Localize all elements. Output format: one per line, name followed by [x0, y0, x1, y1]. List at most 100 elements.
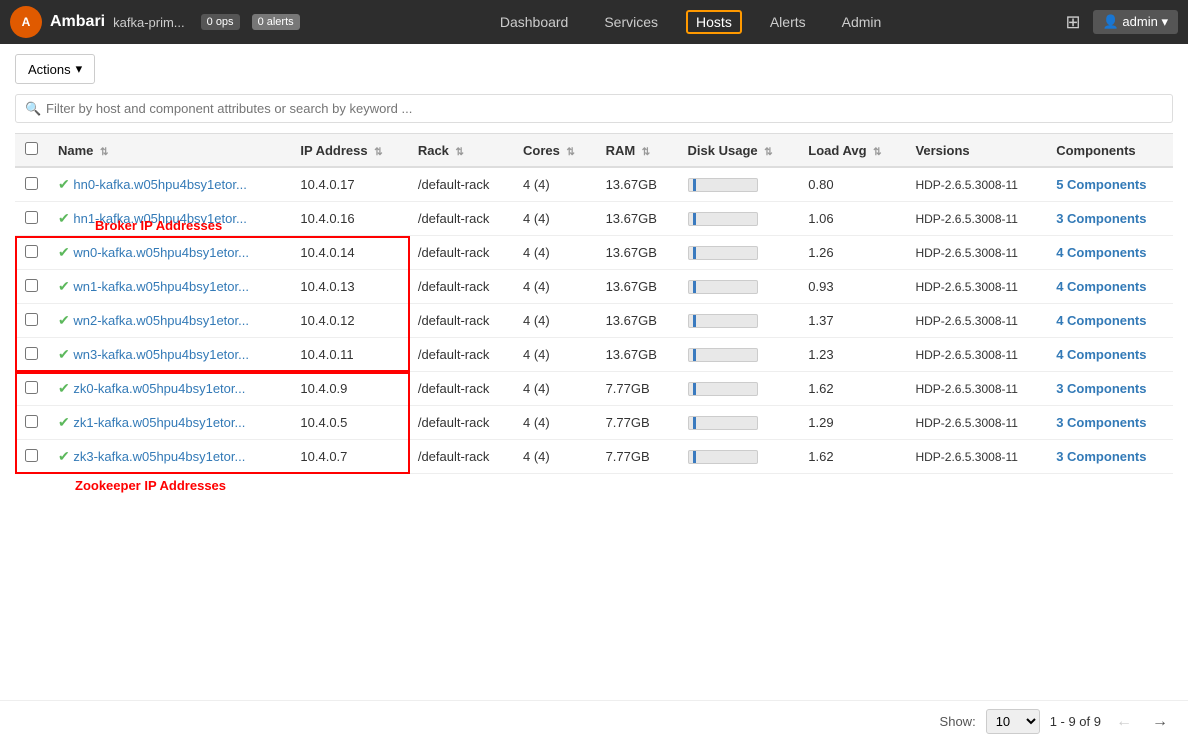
actions-button[interactable]: Actions ▾	[15, 54, 95, 84]
row-components[interactable]: 4 Components	[1046, 338, 1173, 372]
row-components[interactable]: 3 Components	[1046, 406, 1173, 440]
row-disk	[678, 167, 799, 202]
row-ip: 10.4.0.17	[290, 167, 407, 202]
table-wrapper: Name ⇅ IP Address ⇅ Rack ⇅ Cores ⇅ RAM ⇅…	[15, 133, 1173, 474]
row-load: 1.62	[798, 440, 905, 474]
row-components[interactable]: 4 Components	[1046, 236, 1173, 270]
row-ram: 13.67GB	[596, 202, 678, 236]
host-link[interactable]: zk1-kafka.w05hpu4bsy1etor...	[73, 415, 245, 430]
row-versions: HDP-2.6.5.3008-11	[905, 338, 1046, 372]
per-page-select[interactable]: 102550100	[986, 709, 1040, 734]
admin-button[interactable]: 👤 admin ▾	[1093, 10, 1178, 34]
row-components[interactable]: 3 Components	[1046, 440, 1173, 474]
nav-services[interactable]: Services	[596, 10, 666, 34]
row-select-checkbox[interactable]	[25, 415, 38, 428]
row-versions: HDP-2.6.5.3008-11	[905, 372, 1046, 406]
dropdown-caret-icon: ▾	[76, 61, 83, 77]
row-disk	[678, 236, 799, 270]
row-rack: /default-rack	[408, 304, 513, 338]
row-components[interactable]: 3 Components	[1046, 372, 1173, 406]
component-link[interactable]: 4 Components	[1056, 313, 1146, 328]
row-checkbox[interactable]	[15, 338, 48, 372]
row-select-checkbox[interactable]	[25, 279, 38, 292]
header-ram[interactable]: RAM ⇅	[596, 134, 678, 168]
component-link[interactable]: 5 Components	[1056, 177, 1146, 192]
row-checkbox[interactable]	[15, 270, 48, 304]
host-link[interactable]: wn3-kafka.w05hpu4bsy1etor...	[73, 347, 249, 362]
row-select-checkbox[interactable]	[25, 177, 38, 190]
component-link[interactable]: 4 Components	[1056, 279, 1146, 294]
main-content: Actions ▾ 🔍 Name ⇅ IP Address ⇅ Rack ⇅ C…	[0, 44, 1188, 742]
row-checkbox[interactable]	[15, 304, 48, 338]
host-link[interactable]: wn2-kafka.w05hpu4bsy1etor...	[73, 313, 249, 328]
row-cores: 4 (4)	[513, 270, 596, 304]
component-link[interactable]: 3 Components	[1056, 381, 1146, 396]
svg-text:A: A	[22, 15, 31, 29]
row-select-checkbox[interactable]	[25, 313, 38, 326]
host-link[interactable]: hn1-kafka.w05hpu4bsy1etor...	[73, 211, 246, 226]
host-link[interactable]: zk0-kafka.w05hpu4bsy1etor...	[73, 381, 245, 396]
row-ram: 13.67GB	[596, 270, 678, 304]
component-link[interactable]: 4 Components	[1056, 245, 1146, 260]
nav-dashboard[interactable]: Dashboard	[492, 10, 577, 34]
row-select-checkbox[interactable]	[25, 347, 38, 360]
host-link[interactable]: wn1-kafka.w05hpu4bsy1etor...	[73, 279, 249, 294]
row-rack: /default-rack	[408, 202, 513, 236]
nav-admin[interactable]: Admin	[834, 10, 890, 34]
row-components[interactable]: 5 Components	[1046, 167, 1173, 202]
host-link[interactable]: zk3-kafka.w05hpu4bsy1etor...	[73, 449, 245, 464]
disk-bar-fill	[693, 315, 696, 327]
component-link[interactable]: 3 Components	[1056, 211, 1146, 226]
row-select-checkbox[interactable]	[25, 381, 38, 394]
row-cores: 4 (4)	[513, 167, 596, 202]
header-load[interactable]: Load Avg ⇅	[798, 134, 905, 168]
nav-alerts[interactable]: Alerts	[762, 10, 814, 34]
host-link[interactable]: hn0-kafka.w05hpu4bsy1etor...	[73, 177, 246, 192]
search-input[interactable]	[15, 94, 1173, 123]
row-checkbox[interactable]	[15, 406, 48, 440]
disk-bar-fill	[693, 349, 696, 361]
row-components[interactable]: 4 Components	[1046, 270, 1173, 304]
row-select-checkbox[interactable]	[25, 449, 38, 462]
row-checkbox[interactable]	[15, 202, 48, 236]
row-checkbox[interactable]	[15, 440, 48, 474]
row-components[interactable]: 3 Components	[1046, 202, 1173, 236]
alerts-badge[interactable]: 0 alerts	[252, 14, 300, 30]
row-ip: 10.4.0.16	[290, 202, 407, 236]
component-link[interactable]: 4 Components	[1056, 347, 1146, 362]
ops-badge[interactable]: 0 ops	[201, 14, 240, 30]
disk-bar-fill	[693, 383, 696, 395]
pagination-info: 1 - 9 of 9	[1050, 714, 1101, 729]
row-rack: /default-rack	[408, 440, 513, 474]
row-ip: 10.4.0.5	[290, 406, 407, 440]
row-name: ✔ zk0-kafka.w05hpu4bsy1etor...	[48, 372, 290, 406]
header-checkbox[interactable]	[15, 134, 48, 168]
row-components[interactable]: 4 Components	[1046, 304, 1173, 338]
nav-hosts[interactable]: Hosts	[686, 10, 742, 34]
header-ip[interactable]: IP Address ⇅	[290, 134, 407, 168]
table-row: ✔ wn0-kafka.w05hpu4bsy1etor... 10.4.0.14…	[15, 236, 1173, 270]
header-name[interactable]: Name ⇅	[48, 134, 290, 168]
disk-bar-fill	[693, 247, 696, 259]
next-page-button[interactable]: →	[1147, 711, 1173, 733]
row-disk	[678, 304, 799, 338]
header-cores[interactable]: Cores ⇅	[513, 134, 596, 168]
prev-page-button[interactable]: ←	[1111, 711, 1137, 733]
header-rack[interactable]: Rack ⇅	[408, 134, 513, 168]
row-checkbox[interactable]	[15, 167, 48, 202]
row-checkbox[interactable]	[15, 236, 48, 270]
row-checkbox[interactable]	[15, 372, 48, 406]
pagination-bar: Show: 102550100 1 - 9 of 9 ← →	[0, 700, 1188, 742]
table-row: ✔ zk1-kafka.w05hpu4bsy1etor... 10.4.0.5 …	[15, 406, 1173, 440]
disk-bar	[688, 212, 758, 226]
row-select-checkbox[interactable]	[25, 211, 38, 224]
row-ip: 10.4.0.12	[290, 304, 407, 338]
component-link[interactable]: 3 Components	[1056, 449, 1146, 464]
select-all-checkbox[interactable]	[25, 142, 38, 155]
host-link[interactable]: wn0-kafka.w05hpu4bsy1etor...	[73, 245, 249, 260]
header-disk[interactable]: Disk Usage ⇅	[678, 134, 799, 168]
table-row: ✔ hn1-kafka.w05hpu4bsy1etor... 10.4.0.16…	[15, 202, 1173, 236]
row-select-checkbox[interactable]	[25, 245, 38, 258]
component-link[interactable]: 3 Components	[1056, 415, 1146, 430]
grid-icon[interactable]: ⊞	[1066, 12, 1081, 33]
